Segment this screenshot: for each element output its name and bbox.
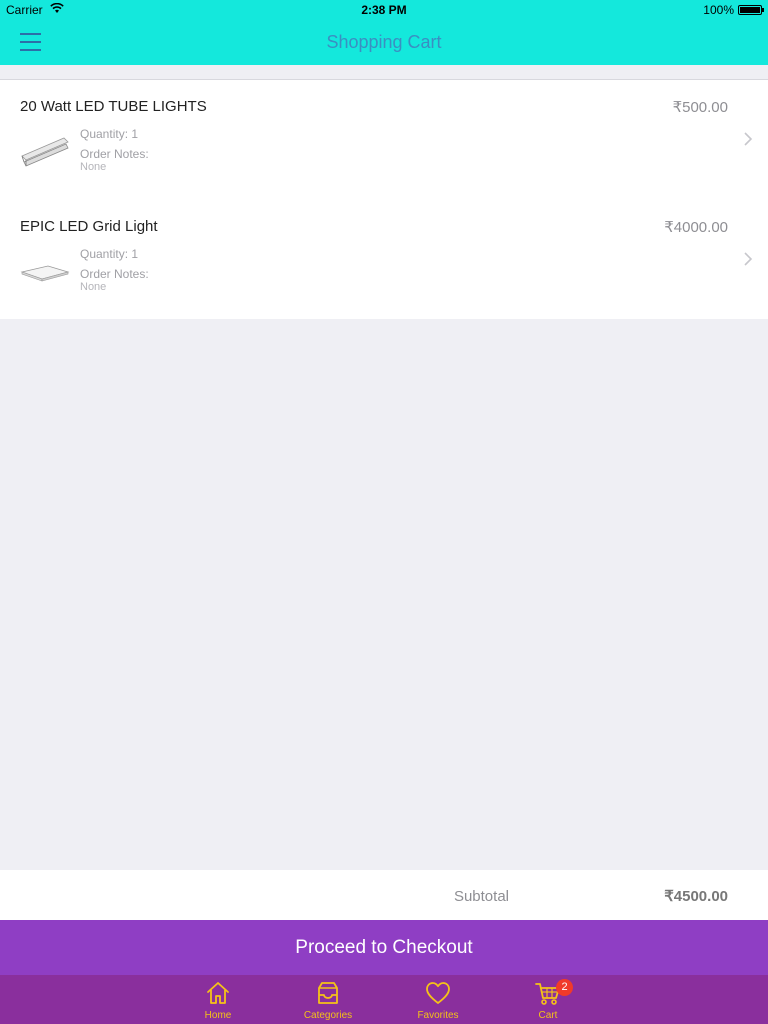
home-icon [207, 982, 229, 1004]
item-meta: Quantity: 1 Order Notes: None [80, 124, 149, 174]
tab-label: Favorites [417, 1010, 459, 1021]
cart-item[interactable]: EPIC LED Grid Light ₹4000.00 Quantity: 1… [0, 200, 768, 320]
tab-label: Categories [303, 1010, 353, 1021]
item-price: ₹4000.00 [664, 219, 728, 236]
item-name: 20 Watt LED TUBE LIGHTS [20, 98, 207, 115]
proceed-to-checkout-button[interactable]: Proceed to Checkout [0, 920, 768, 975]
tab-label: Home [204, 1010, 232, 1021]
tab-favorites[interactable]: Favorites [398, 975, 478, 1024]
battery-icon [738, 5, 764, 15]
subtotal-value: ₹4500.00 [664, 888, 728, 905]
item-meta: Quantity: 1 Order Notes: None [80, 244, 149, 294]
tab-cart[interactable]: 2 Cart [508, 975, 588, 1024]
inbox-tray-icon [318, 982, 338, 1004]
item-price: ₹500.00 [672, 99, 728, 116]
chevron-right-icon [744, 252, 753, 266]
battery-percent: 100% [703, 3, 734, 17]
tab-bar: Home Categories Favorites 2 Cart [0, 975, 768, 1024]
subtotal-label: Subtotal [453, 888, 509, 905]
heart-icon [426, 982, 450, 1004]
status-time: 2:38 PM [361, 3, 407, 17]
header-separator [0, 65, 768, 80]
tab-label: Cart [538, 1010, 558, 1021]
status-bar: Carrier 2:38 PM 100% [0, 0, 768, 20]
navigation-bar: Shopping Cart [0, 20, 768, 65]
item-quantity: Quantity: 1 [80, 127, 139, 141]
tab-home[interactable]: Home [178, 975, 258, 1024]
item-name: EPIC LED Grid Light [20, 218, 158, 235]
item-quantity: Quantity: 1 [80, 247, 139, 261]
grid-light-thumbnail [20, 265, 70, 282]
cart-item[interactable]: 20 Watt LED TUBE LIGHTS ₹500.00 Quantity… [0, 80, 768, 200]
page-title: Shopping Cart [326, 32, 442, 52]
tab-categories[interactable]: Categories [288, 975, 368, 1024]
tube-light-thumbnail [21, 137, 69, 167]
cart-count-badge: 2 [556, 979, 573, 996]
subtotal-bar: Subtotal ₹4500.00 [0, 870, 768, 920]
chevron-right-icon [744, 132, 753, 146]
cart-item-list: 20 Watt LED TUBE LIGHTS ₹500.00 Quantity… [0, 80, 768, 319]
